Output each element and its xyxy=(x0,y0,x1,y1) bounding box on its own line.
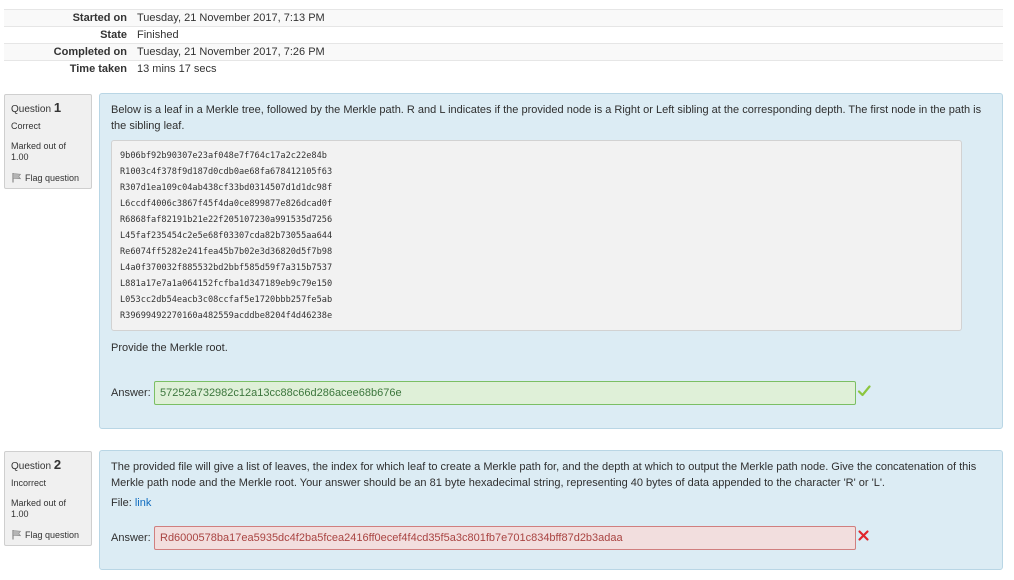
question-number: Question 2 xyxy=(11,457,85,472)
flag-question-button[interactable]: Flag question xyxy=(11,529,85,540)
question-text: The provided file will give a list of le… xyxy=(111,461,977,489)
answer-field[interactable]: 57252a732982c12a13cc88c66d286acee68b676e xyxy=(154,381,856,405)
question-number: Question 1 xyxy=(11,100,85,115)
question-1-info: Question 1 Correct Marked out of 1.00 Fl… xyxy=(4,94,92,189)
merkle-path-line: L4a0f370032f885532bd2bbf585d59f7a315b753… xyxy=(120,263,333,273)
question-text: Below is a leaf in a Merkle tree, follow… xyxy=(111,104,982,132)
answer-field[interactable]: Rd6000578ba17ea5935dc4f2ba5fcea2416ff0ec… xyxy=(154,526,856,550)
summary-label: Started on xyxy=(4,9,132,27)
summary-row-completed: Completed on Tuesday, 21 November 2017, … xyxy=(4,43,1003,61)
merkle-path-line: L053cc2db54eacb3c08ccfaf5e1720bbb257fe5a… xyxy=(120,295,333,305)
flag-question-button[interactable]: Flag question xyxy=(11,172,85,183)
file-line: File: link xyxy=(111,495,991,511)
merkle-path-line: Re6074ff5282e241fea45b7b02e3d36820d5f7b9… xyxy=(120,247,333,257)
question-prompt: Provide the Merkle root. xyxy=(111,342,228,354)
question-2-info: Question 2 Incorrect Marked out of 1.00 … xyxy=(4,451,92,546)
question-status: Incorrect xyxy=(11,478,47,488)
cross-icon xyxy=(857,529,870,547)
merkle-path-line: R1003c4f378f9d187d0cdb0ae68fa678412105f6… xyxy=(120,167,333,177)
check-icon xyxy=(857,384,871,403)
flag-icon xyxy=(11,529,22,540)
question-status: Correct xyxy=(11,121,41,131)
merkle-path-line: L881a17e7a1a064152fcfba1d347189eb9c79e15… xyxy=(120,279,333,289)
question-1-content: Below is a leaf in a Merkle tree, follow… xyxy=(99,93,1003,429)
question-label: Question xyxy=(11,104,52,115)
answer-row: Answer: Rd6000578ba17ea5935dc4f2ba5fcea2… xyxy=(111,526,991,550)
summary-row-started: Started on Tuesday, 21 November 2017, 7:… xyxy=(4,9,1003,27)
merkle-path-line: R6868faf82191b21e22f205107230a991535d725… xyxy=(120,215,333,225)
file-link[interactable]: link xyxy=(135,497,152,509)
flag-question-label: Flag question xyxy=(25,529,80,540)
answer-label: Answer: xyxy=(111,387,151,399)
question-label: Question xyxy=(11,461,52,472)
merkle-path-code-block: 9b06bf92b90307e23af048e7f764c17a2c22e84b… xyxy=(111,140,962,331)
answer-row: Answer: 57252a732982c12a13cc88c66d286ace… xyxy=(111,381,991,405)
question-number-value: 2 xyxy=(53,457,62,472)
summary-label: State xyxy=(4,26,132,44)
summary-value: 13 mins 17 secs xyxy=(132,60,1003,78)
flag-icon xyxy=(11,172,22,183)
merkle-path-line: L6ccdf4006c3867f45f4da0ce899877e826dcad0… xyxy=(120,199,333,209)
summary-value: Finished xyxy=(132,26,1003,44)
attempt-summary-table: Started on Tuesday, 21 November 2017, 7:… xyxy=(4,9,1003,78)
summary-row-state: State Finished xyxy=(4,26,1003,44)
question-grade: Marked out of 1.00 xyxy=(11,498,67,519)
summary-label: Completed on xyxy=(4,43,132,61)
summary-value: Tuesday, 21 November 2017, 7:13 PM xyxy=(132,9,1003,27)
merkle-path-line: 9b06bf92b90307e23af048e7f764c17a2c22e84b xyxy=(120,151,327,161)
file-label: File: xyxy=(111,497,132,509)
summary-row-time-taken: Time taken 13 mins 17 secs xyxy=(4,60,1003,78)
answer-label: Answer: xyxy=(111,532,151,544)
merkle-path-line: L45faf235454c2e5e68f03307cda82b73055aa64… xyxy=(120,231,333,241)
question-number-value: 1 xyxy=(53,100,62,115)
merkle-path-line: R307d1ea109c04ab438cf33bd0314507d1d1dc98… xyxy=(120,183,333,193)
question-grade: Marked out of 1.00 xyxy=(11,141,67,162)
flag-question-label: Flag question xyxy=(25,172,80,183)
merkle-path-line: R39699492270160a482559acddbe8204f4d46238… xyxy=(120,311,333,321)
summary-value: Tuesday, 21 November 2017, 7:26 PM xyxy=(132,43,1003,61)
question-2-content: The provided file will give a list of le… xyxy=(99,450,1003,570)
summary-label: Time taken xyxy=(4,60,132,78)
